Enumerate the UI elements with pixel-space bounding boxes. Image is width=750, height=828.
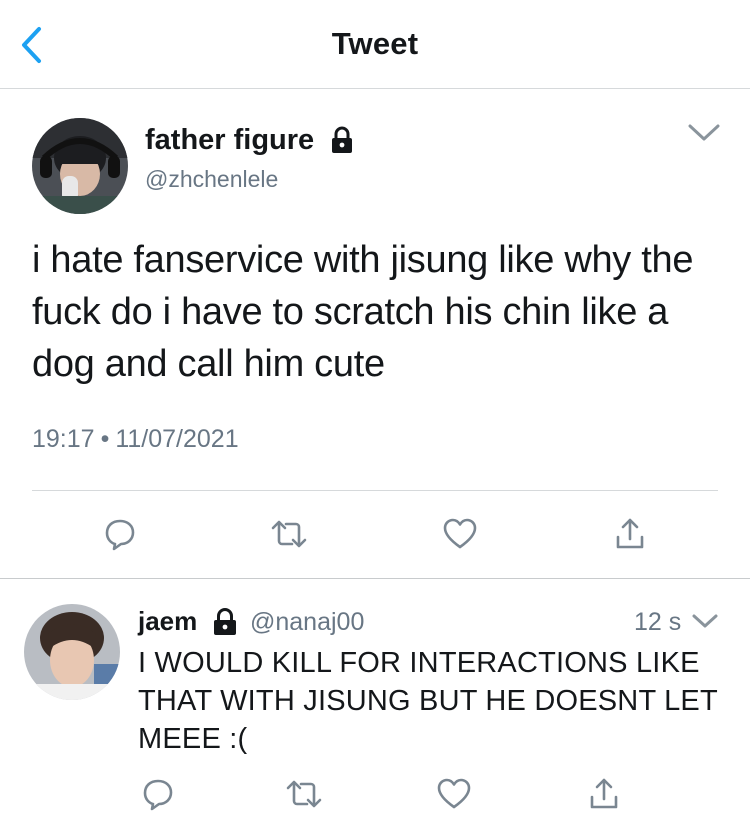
reply-author-name[interactable]: jaem [138,606,197,637]
share-icon [590,778,618,809]
tweet-timestamp: 19:17 • 11/07/2021 [32,425,239,454]
retweet-icon [286,780,322,808]
reply-like-button[interactable] [430,770,478,818]
page-title: Tweet [331,26,419,61]
reply-retweet-button[interactable] [280,770,328,818]
reply-icon [143,779,173,811]
section-divider [0,578,750,579]
reply-reply-button[interactable] [134,770,182,818]
reply-author-handle[interactable]: @nanaj00 [250,608,364,637]
author-avatar[interactable] [32,118,128,214]
lock-icon [332,126,352,153]
chevron-down-icon [688,124,720,141]
reply-icon [105,519,135,551]
reply-share-button[interactable] [580,770,628,818]
author-name[interactable]: father figure [145,124,314,157]
tweet-text: i hate fanservice with jisung like why t… [32,239,694,385]
reply-text: I WOULD KILL FOR INTERACTIONS LIKE THAT … [138,647,718,755]
chevron-down-icon [692,614,718,628]
reply-avatar[interactable] [24,604,120,700]
retweet-button[interactable] [265,510,313,558]
meta-separator: • [100,425,110,453]
author-handle[interactable]: @zhchenlele [145,166,278,193]
divider [32,490,718,491]
share-icon [616,518,644,549]
heart-icon [443,518,477,549]
like-button[interactable] [436,510,484,558]
nav-bar: Tweet [0,0,750,89]
reply-options-button[interactable] [690,610,720,637]
share-button[interactable] [606,510,654,558]
tweet-date: 11/07/2021 [115,425,239,453]
lock-icon [214,608,236,635]
tweet-time: 19:17 [32,425,95,453]
tweet-options-button[interactable] [686,120,722,149]
reply-button[interactable] [96,510,144,558]
reply-timestamp: 12 s [634,608,682,636]
heart-icon [437,778,471,809]
retweet-icon [271,520,307,548]
